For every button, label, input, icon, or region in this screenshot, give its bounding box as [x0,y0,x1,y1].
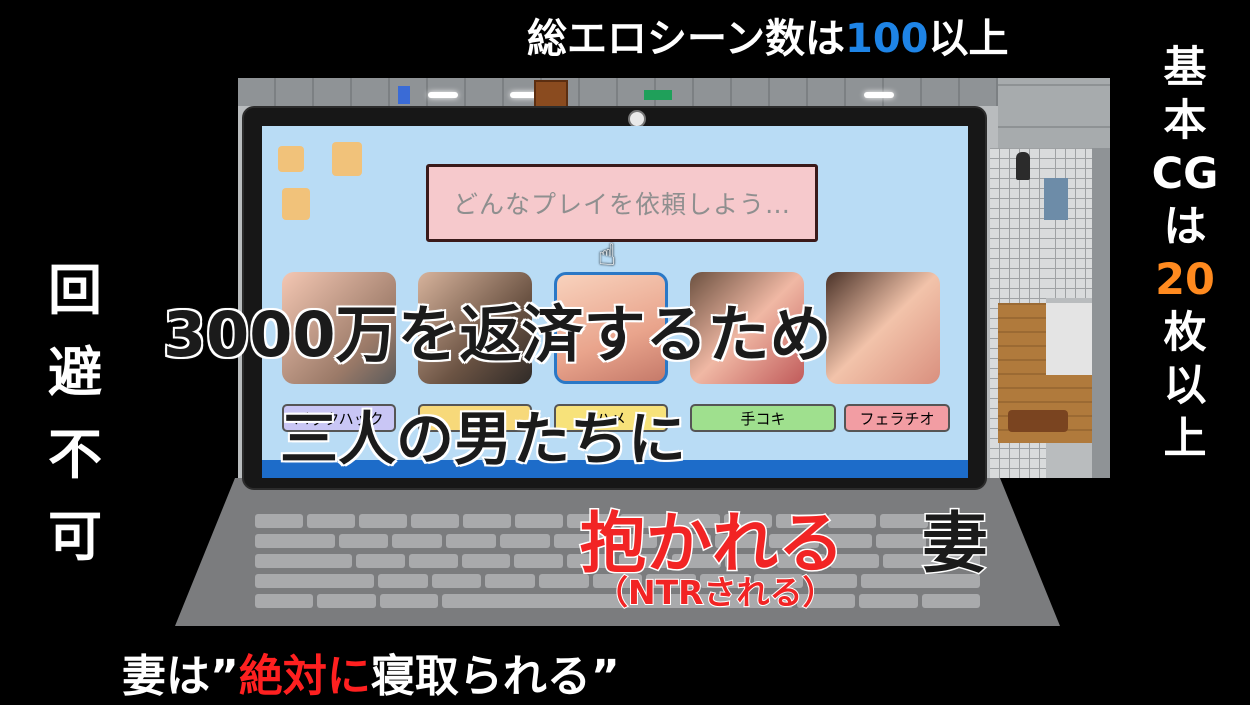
play-prompt-box: どんなプレイを依頼しよう… [426,164,818,242]
map-sofa [1008,410,1068,432]
map-right-wall [1092,148,1110,478]
note-icon [278,146,304,172]
map-sign [398,86,410,104]
unavoidable-caption: 回 避 不 可 [48,259,102,568]
hand-pointer-icon: ☝ [598,238,617,273]
note-icon [332,142,362,176]
exit-sign [644,90,672,100]
ceiling-lamp [428,92,458,98]
wife-caption: 妻 [921,504,990,584]
bottom-caption: 妻は”絶対に寝取られる” [122,651,620,702]
play-option-button[interactable]: フェラチオ [844,404,950,432]
play-option-button[interactable]: 手コキ [690,404,836,432]
cg-count-caption: 基 本 CG は 20 枚 以 上 [1151,43,1219,464]
ceiling-lamp [864,92,894,98]
headline-line-1: 3000万を返済するため [162,297,834,373]
play-thumbnail-5[interactable] [826,272,940,384]
player-character [1016,152,1030,180]
note-icon [282,188,310,220]
total-scenes-caption: 総エロシーン数は100以上 [527,16,1009,62]
map-top-wall [238,78,1110,106]
map-room-floor [1046,148,1092,298]
map-furniture [1044,178,1068,220]
headline-line-2: 三人の男たちに [278,404,687,475]
ntr-subcaption: （NTRされる） [594,572,837,613]
